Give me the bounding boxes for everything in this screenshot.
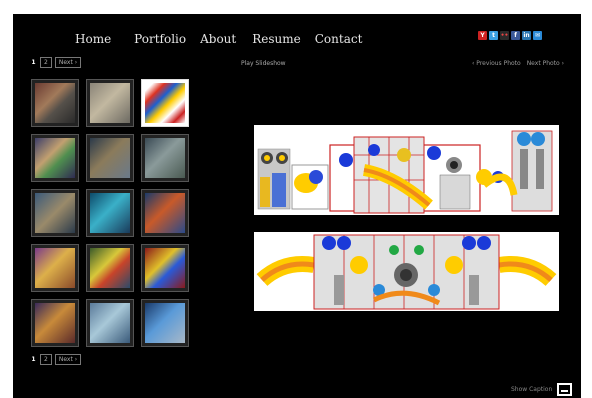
- pager-current: 1: [31, 59, 36, 66]
- thumbnail[interactable]: [31, 189, 79, 237]
- show-caption-label: Show Caption: [511, 386, 553, 393]
- show-caption-toggle[interactable]: Show Caption: [511, 383, 573, 396]
- thumbnail[interactable]: [86, 244, 134, 292]
- thumbnail[interactable]: [86, 299, 134, 347]
- thumbnail[interactable]: [86, 189, 134, 237]
- thumbnail-selected[interactable]: [141, 79, 189, 127]
- email-icon[interactable]: ✉: [533, 31, 542, 40]
- nav-home[interactable]: Home: [75, 32, 111, 46]
- caption-icon: [557, 383, 573, 396]
- pager-page-2[interactable]: 2: [40, 354, 52, 365]
- previous-photo-link[interactable]: ‹ Previous Photo: [472, 60, 521, 67]
- thumbnail[interactable]: [86, 79, 134, 127]
- play-slideshow-link[interactable]: Play Slideshow: [241, 60, 286, 67]
- thumbnail[interactable]: [31, 79, 79, 127]
- thumbnail[interactable]: [31, 244, 79, 292]
- thumbnail[interactable]: [31, 299, 79, 347]
- nav-about[interactable]: About: [200, 32, 236, 46]
- thumbnail[interactable]: [141, 244, 189, 292]
- nav-contact[interactable]: Contact: [315, 32, 363, 46]
- twitter-icon[interactable]: t: [489, 31, 498, 40]
- pager-top: 1 2 Next ›: [30, 57, 82, 68]
- photo-nav: ‹ Previous Photo Next Photo ›: [472, 60, 570, 67]
- nav-resume[interactable]: Resume: [252, 32, 301, 46]
- thumbnail-grid: [31, 79, 196, 347]
- main-nav: Home Portfolio About Resume Contact: [75, 32, 362, 46]
- facebook-icon[interactable]: f: [511, 31, 520, 40]
- thumbnail[interactable]: [141, 299, 189, 347]
- next-photo-link[interactable]: Next Photo ›: [527, 60, 564, 67]
- page-background: Home Portfolio About Resume Contact Y t …: [13, 14, 581, 398]
- nav-portfolio[interactable]: Portfolio: [134, 32, 186, 46]
- linkedin-icon[interactable]: in: [522, 31, 531, 40]
- thumbnail[interactable]: [141, 189, 189, 237]
- thumbnail[interactable]: [31, 134, 79, 182]
- thumbnail[interactable]: [86, 134, 134, 182]
- pager-current: 1: [31, 356, 36, 363]
- pager-next-button[interactable]: Next ›: [54, 57, 82, 68]
- main-photo: [254, 125, 559, 311]
- thumbnail[interactable]: [141, 134, 189, 182]
- pager-next-button[interactable]: Next ›: [54, 354, 82, 365]
- social-links: Y t •• f in ✉: [478, 31, 542, 40]
- pager-page-2[interactable]: 2: [40, 57, 52, 68]
- youtube-icon[interactable]: Y: [478, 31, 487, 40]
- pager-bottom: 1 2 Next ›: [30, 354, 82, 365]
- flickr-icon[interactable]: ••: [500, 31, 509, 40]
